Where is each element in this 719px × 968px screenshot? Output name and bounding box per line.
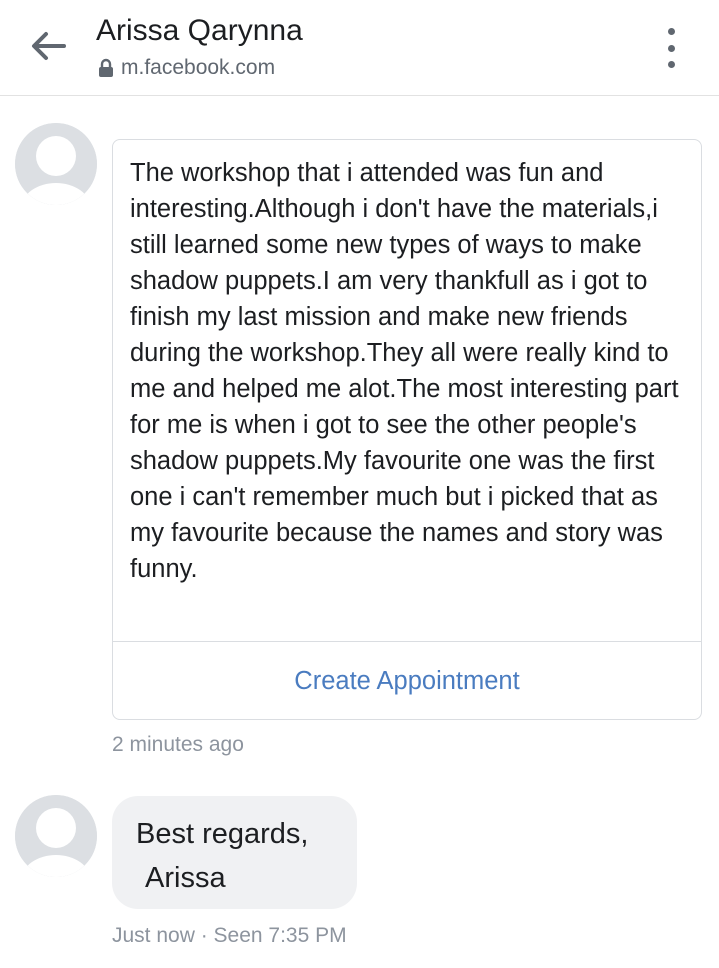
url-text: m.facebook.com — [121, 56, 276, 79]
message-timestamp: 2 minutes ago — [112, 733, 244, 756]
more-vertical-icon — [667, 28, 675, 35]
seen-status: Just now · Seen 7:35 PM — [112, 924, 347, 947]
message-card: The workshop that i attended was fun and… — [112, 139, 702, 720]
messenger-page: Arissa Qarynna m.facebook.com The worksh… — [0, 0, 719, 968]
lock-icon — [98, 58, 114, 78]
message-bubble[interactable]: Best regards, Arissa — [112, 796, 357, 909]
back-button[interactable] — [24, 24, 72, 68]
menu-dot — [667, 61, 675, 68]
avatar[interactable] — [15, 123, 97, 205]
page-title: Arissa Qarynna — [96, 14, 303, 47]
top-bar: Arissa Qarynna m.facebook.com — [0, 0, 719, 96]
message-text: The workshop that i attended was fun and… — [130, 159, 679, 583]
create-appointment-button[interactable]: Create Appointment — [113, 642, 701, 720]
url-display: m.facebook.com — [98, 56, 275, 80]
bubble-line-2: Arissa — [145, 862, 226, 894]
bubble-line-1: Best regards, — [136, 818, 309, 850]
menu-dot — [667, 44, 675, 52]
avatar[interactable] — [15, 795, 97, 877]
arrow-left-icon — [32, 32, 66, 60]
user-silhouette-icon — [15, 123, 97, 205]
more-options-button[interactable] — [659, 28, 683, 68]
user-silhouette-icon — [15, 795, 97, 877]
